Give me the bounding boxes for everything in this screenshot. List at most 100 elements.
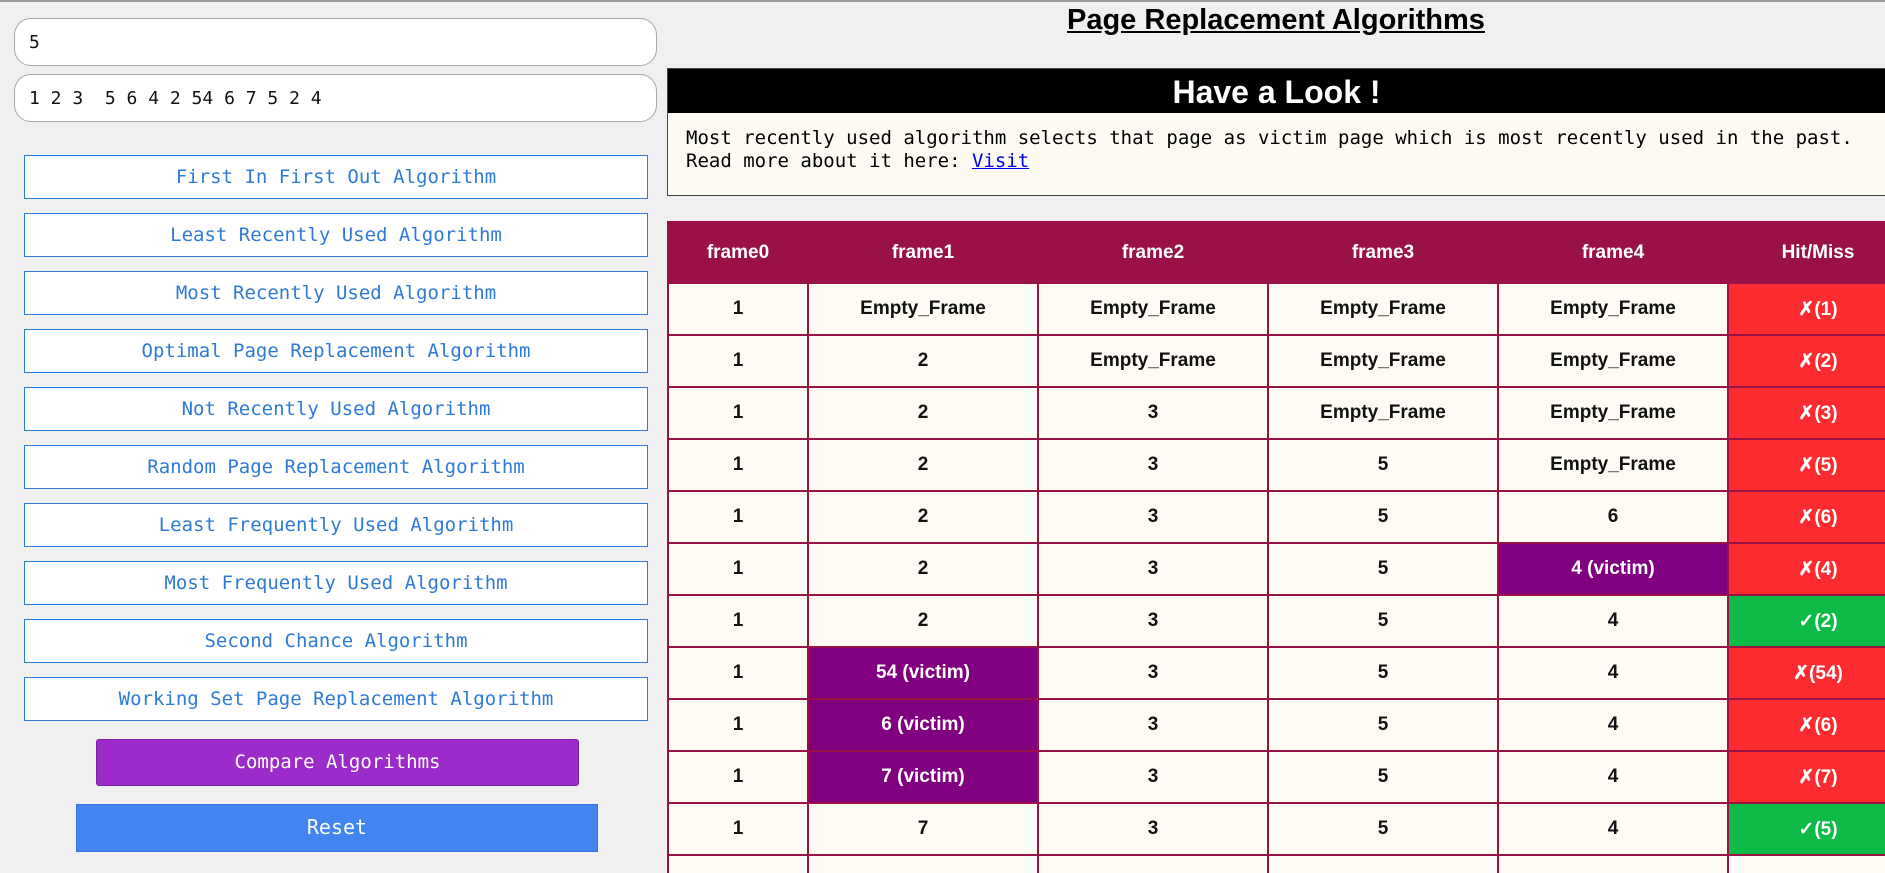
hit-miss-cell: ✗(6) [1727, 698, 1885, 752]
table-header-row: frame0 frame1 frame2 frame3 frame4 Hit/Miss [667, 221, 1885, 284]
frame-cell: 2 [807, 542, 1039, 596]
column-header-frame1: frame1 [807, 221, 1039, 284]
random-button[interactable]: Random Page Replacement Algorithm [24, 445, 648, 489]
control-panel: First In First Out Algorithm Least Recen… [0, 2, 660, 873]
frame-cell: Empty_Frame [1267, 386, 1499, 440]
frame-cell: 3 [1037, 802, 1269, 856]
table-row [667, 854, 1885, 873]
victim-cell: 54 (victim) [807, 646, 1039, 700]
frame-cell [1267, 854, 1499, 873]
frame-cell: 2 [807, 594, 1039, 648]
frame-cell: Empty_Frame [1267, 282, 1499, 336]
hit-miss-cell: ✗(2) [1727, 334, 1885, 388]
frame-cell: 1 [667, 438, 809, 492]
hit-miss-cell: ✓(5) [1727, 802, 1885, 856]
frame-cell: 5 [1267, 646, 1499, 700]
mru-button[interactable]: Most Recently Used Algorithm [24, 271, 648, 315]
frame-cell: 3 [1037, 594, 1269, 648]
frame-cell: Empty_Frame [1267, 334, 1499, 388]
frame-cell: 5 [1267, 802, 1499, 856]
frame-cell [1037, 854, 1269, 873]
victim-cell: 7 (victim) [807, 750, 1039, 804]
frame-cell: 1 [667, 802, 809, 856]
column-header-frame3: frame3 [1267, 221, 1499, 284]
hit-miss-cell: ✓(2) [1727, 594, 1885, 648]
frame-cell: 5 [1267, 438, 1499, 492]
column-header-frame4: frame4 [1497, 221, 1729, 284]
hit-miss-cell [1727, 854, 1885, 873]
reset-button[interactable]: Reset [76, 804, 598, 852]
reference-string-input[interactable] [14, 74, 657, 122]
frame-cell: 2 [807, 438, 1039, 492]
frame-cell: 3 [1037, 750, 1269, 804]
frame-cell: 1 [667, 698, 809, 752]
lfu-button[interactable]: Least Frequently Used Algorithm [24, 503, 648, 547]
column-header-hit-miss: Hit/Miss [1727, 221, 1885, 284]
frame-cell: Empty_Frame [1497, 438, 1729, 492]
frame-cell: 1 [667, 490, 809, 544]
table-row: 1 7 3 5 4 ✓(5) [667, 802, 1885, 856]
frame-cell: 3 [1037, 646, 1269, 700]
table-row: 12354 (victim) ✗(4) [667, 542, 1885, 596]
hit-miss-cell: ✗(1) [1727, 282, 1885, 336]
frame-cell: 1 [667, 646, 809, 700]
table-row: 17 (victim) 3 5 4 ✗(7) [667, 750, 1885, 804]
compare-algorithms-button[interactable]: Compare Algorithms [96, 739, 579, 786]
hit-miss-cell: ✗(54) [1727, 646, 1885, 700]
working-set-button[interactable]: Working Set Page Replacement Algorithm [24, 677, 648, 721]
nru-button[interactable]: Not Recently Used Algorithm [24, 387, 648, 431]
table-row: 1 Empty_Frame Empty_Frame Empty_Frame Empty_… [667, 282, 1885, 336]
result-table-container: frame0 frame1 frame2 frame3 frame4 Hit/Miss 1… [667, 221, 1885, 873]
frame-cell: 1 [667, 386, 809, 440]
frames-table: frame0 frame1 frame2 frame3 frame4 Hit/Miss 1… [667, 221, 1885, 873]
table-row: 1 2 Empty_Frame Empty_Frame Empty_Frame ✗(2) [667, 334, 1885, 388]
frame-cell: 1 [667, 542, 809, 596]
hit-miss-cell: ✗(7) [1727, 750, 1885, 804]
frame-cell: Empty_Frame [1497, 334, 1729, 388]
frame-cell: 1 [667, 334, 809, 388]
frame-cell: 5 [1267, 750, 1499, 804]
info-panel-header: Have a Look ! [668, 69, 1885, 113]
frame-count-input[interactable] [14, 18, 657, 66]
frame-cell: 5 [1267, 698, 1499, 752]
fifo-button[interactable]: First In First Out Algorithm [24, 155, 648, 199]
frame-cell: 4 [1497, 594, 1729, 648]
frame-cell: 3 [1037, 542, 1269, 596]
hit-miss-cell: ✗(5) [1727, 438, 1885, 492]
second-chance-button[interactable]: Second Chance Algorithm [24, 619, 648, 663]
read-more-line: Read more about it here: Visit [686, 150, 1885, 173]
frame-cell: 4 [1497, 802, 1729, 856]
description-text: Most recently used algorithm selects tha… [686, 127, 1853, 149]
hit-miss-cell: ✗(6) [1727, 490, 1885, 544]
frame-cell: 2 [807, 334, 1039, 388]
column-header-frame0: frame0 [667, 221, 809, 284]
page-title: Page Replacement Algorithms [1067, 4, 1485, 36]
frame-cell: Empty_Frame [1037, 282, 1269, 336]
frame-cell: 3 [1037, 386, 1269, 440]
frame-cell [667, 854, 809, 873]
victim-cell: 6 (victim) [807, 698, 1039, 752]
frame-cell: 1 [667, 594, 809, 648]
info-panel: Have a Look ! Most recently used algorit… [667, 68, 1885, 196]
frame-cell: Empty_Frame [1497, 282, 1729, 336]
hit-miss-cell: ✗(4) [1727, 542, 1885, 596]
table-row: 1 2 3 5 Empty_Frame ✗(5) [667, 438, 1885, 492]
lru-button[interactable]: Least Recently Used Algorithm [24, 213, 648, 257]
frame-cell: 2 [807, 386, 1039, 440]
column-header-frame2: frame2 [1037, 221, 1269, 284]
frame-cell: 2 [807, 490, 1039, 544]
table-row: 16 (victim) 3 5 4 ✗(6) [667, 698, 1885, 752]
table-row: 1 54 (victim) 3 5 4 ✗(54) [667, 646, 1885, 700]
algorithm-description: Most recently used algorithm selects tha… [668, 113, 1885, 173]
visit-link[interactable]: Visit [972, 150, 1029, 172]
frame-cell: 1 [667, 282, 809, 336]
optimal-button[interactable]: Optimal Page Replacement Algorithm [24, 329, 648, 373]
read-more-prefix: Read more about it here: [686, 150, 972, 172]
mfu-button[interactable]: Most Frequently Used Algorithm [24, 561, 648, 605]
hit-miss-cell: ✗(3) [1727, 386, 1885, 440]
victim-cell: 4 (victim) [1497, 542, 1729, 596]
table-row: 1 2 3 Empty_Frame Empty_Frame ✗(3) [667, 386, 1885, 440]
frame-cell [807, 854, 1039, 873]
frame-cell: 5 [1267, 542, 1499, 596]
frame-cell: 6 [1497, 490, 1729, 544]
